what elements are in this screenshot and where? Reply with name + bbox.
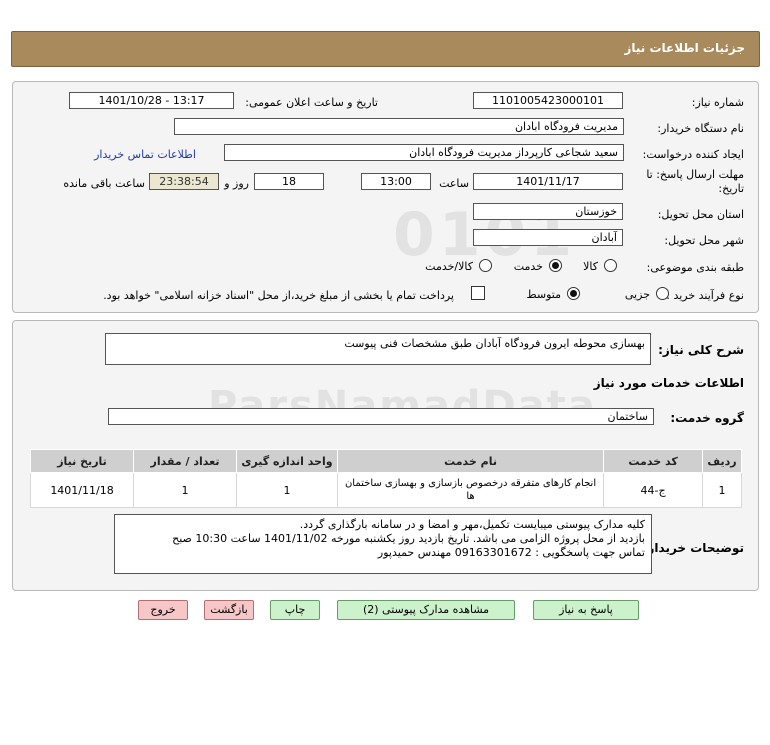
page-title: جزئیات اطلاعات نیاز bbox=[624, 41, 745, 55]
treasury-payment-checkbox[interactable] bbox=[471, 286, 485, 300]
need-number-field: 1101005423000101 bbox=[473, 92, 623, 109]
services-section-title: اطلاعات خدمات مورد نیاز bbox=[593, 376, 744, 390]
cell-need-date: 1401/11/18 bbox=[29, 472, 135, 508]
buyer-org-field: مدیریت فرودگاه ابادان bbox=[174, 118, 624, 135]
service-group-label: گروه خدمت: bbox=[670, 411, 744, 425]
cell-unit: 1 bbox=[236, 472, 338, 508]
category-label: طبقه بندی موضوعی: bbox=[646, 261, 744, 274]
province-field: خوزستان bbox=[473, 203, 623, 220]
page-header: جزئیات اطلاعات نیاز bbox=[11, 31, 760, 67]
creator-field: سعید شجاعی کارپرداز مدیریت فرودگاه ابادا… bbox=[224, 144, 624, 161]
col-unit: واحد اندازه گیری bbox=[236, 449, 338, 473]
category-radio-service[interactable] bbox=[549, 259, 562, 272]
buyer-note-line: بازدید از محل پروژه الزامی می باشد. تاری… bbox=[172, 532, 645, 545]
treasury-payment-note: پرداخت تمام یا بخشی از مبلغ خرید،از محل … bbox=[103, 289, 454, 302]
deadline-time-label: ساعت bbox=[439, 177, 469, 190]
deadline-label: مهلت ارسال پاسخ: تا bbox=[646, 168, 744, 181]
process-radio-minor[interactable] bbox=[656, 287, 669, 300]
buyer-notes-box: کلیه مدارک پیوستی میبایست تکمیل،مهر و ام… bbox=[114, 514, 652, 574]
buyer-note-line: کلیه مدارک پیوستی میبایست تکمیل،مهر و ام… bbox=[299, 518, 645, 531]
deadline-label-date: تاریخ: bbox=[718, 182, 744, 195]
col-service-code: کد خدمت bbox=[603, 449, 704, 473]
col-quantity: تعداد / مقدار bbox=[133, 449, 238, 473]
deadline-time-field: 13:00 bbox=[361, 173, 431, 190]
buyer-contact-link[interactable]: اطلاعات تماس خریدار bbox=[94, 148, 196, 161]
city-label: شهر محل تحویل: bbox=[664, 234, 744, 247]
buyer-notes-label: توضیحات خریدار: bbox=[642, 541, 744, 555]
category-radio-goods[interactable] bbox=[604, 259, 617, 272]
category-option-goods-service: کالا/خدمت bbox=[425, 260, 473, 273]
view-attachments-button[interactable]: مشاهده مدارک پیوستی (2) bbox=[337, 600, 515, 620]
category-option-service: خدمت bbox=[513, 260, 543, 273]
process-option-minor: جزیی bbox=[624, 288, 650, 301]
exit-button[interactable]: خروج bbox=[138, 600, 188, 620]
process-radio-medium[interactable] bbox=[567, 287, 580, 300]
cell-quantity: 1 bbox=[133, 472, 238, 508]
cell-service-code: ج-44 bbox=[603, 472, 704, 508]
print-button[interactable]: چاپ bbox=[270, 600, 320, 620]
buyer-org-label: نام دستگاه خریدار: bbox=[657, 122, 744, 135]
remaining-label: ساعت باقی مانده bbox=[63, 177, 145, 190]
col-row: ردیف bbox=[702, 449, 742, 473]
buyer-note-line: تماس جهت پاسخگویی : 09163301672 مهندس حم… bbox=[377, 546, 645, 559]
summary-label: شرح کلی نیاز: bbox=[658, 343, 744, 357]
cell-service-name: انجام کارهای متفرقه درخصوص بازسازی و بهس… bbox=[336, 472, 605, 508]
city-field: آبادان bbox=[473, 229, 623, 246]
process-option-medium: متوسط bbox=[526, 288, 561, 301]
need-number-label: شماره نیاز: bbox=[691, 96, 744, 109]
deadline-date-field: 1401/11/17 bbox=[473, 173, 623, 190]
service-group-field: ساختمان bbox=[108, 408, 654, 425]
need-details-panel: ParsNamadData شرح کلی نیاز: بهسازی محوطه… bbox=[12, 320, 759, 591]
reply-to-need-button[interactable]: پاسخ به نیاز bbox=[533, 600, 639, 620]
services-table: ردیف کد خدمت نام خدمت واحد اندازه گیری ت… bbox=[29, 449, 742, 508]
category-option-goods: کالا bbox=[583, 260, 598, 273]
announce-datetime-label: تاریخ و ساعت اعلان عمومی: bbox=[245, 96, 378, 109]
creator-label: ایجاد کننده درخواست: bbox=[642, 148, 744, 161]
province-label: استان محل تحویل: bbox=[657, 208, 744, 221]
announce-datetime-field: 1401/10/28 - 13:17 bbox=[69, 92, 234, 109]
cell-row: 1 bbox=[702, 472, 742, 508]
col-need-date: تاریخ نیاز bbox=[29, 449, 135, 473]
need-info-panel: 0101 شماره نیاز: 1101005423000101 تاریخ … bbox=[12, 81, 759, 313]
remaining-time-field: 23:38:54 bbox=[149, 173, 219, 190]
days-field: 18 bbox=[254, 173, 324, 190]
process-label: نوع فرآیند خرید : bbox=[666, 289, 744, 302]
category-radio-goods-service[interactable] bbox=[479, 259, 492, 272]
days-label: روز و bbox=[224, 177, 249, 190]
summary-field: بهسازی محوطه ایرون فرودگاه آبادان طبق مش… bbox=[105, 333, 651, 365]
table-row: 1 ج-44 انجام کارهای متفرقه درخصوص بازساز… bbox=[29, 472, 742, 508]
back-button[interactable]: بازگشت bbox=[204, 600, 254, 620]
services-table-header: ردیف کد خدمت نام خدمت واحد اندازه گیری ت… bbox=[29, 449, 742, 473]
col-service-name: نام خدمت bbox=[336, 449, 605, 473]
